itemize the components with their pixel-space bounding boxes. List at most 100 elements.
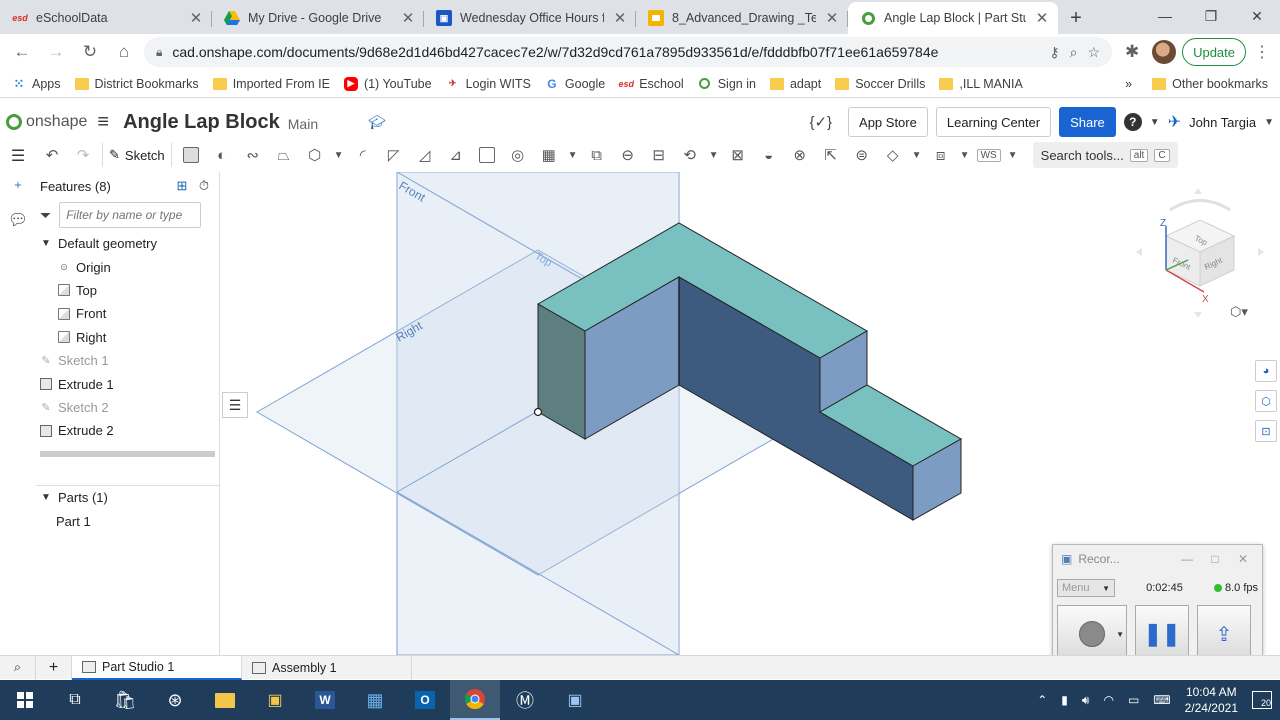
view-options-icon[interactable]: ⬡▾ <box>1230 304 1248 320</box>
user-name[interactable]: John Targia <box>1189 115 1256 130</box>
outlook-icon[interactable]: O <box>400 680 450 720</box>
chamfer-icon[interactable]: ◸ <box>382 143 406 167</box>
add-tab-icon[interactable]: + <box>36 655 72 680</box>
app-icon[interactable]: ⊛ <box>150 680 200 720</box>
comments-icon[interactable]: 💬︎ <box>7 210 29 230</box>
maximize-icon[interactable]: ❐ <box>1188 0 1234 32</box>
url-text[interactable]: cad.onshape.com/documents/9d68e2d1d46bd4… <box>172 44 1039 60</box>
new-tab-button[interactable]: + <box>1058 2 1094 34</box>
update-button[interactable]: Update <box>1182 38 1246 66</box>
app-store-button[interactable]: App Store <box>848 107 928 137</box>
thicken-icon[interactable]: ⬡ <box>303 143 327 167</box>
add-folder-icon[interactable]: ⊞ <box>171 178 193 194</box>
part-item[interactable]: Part 1 <box>36 509 220 532</box>
boolean-icon[interactable]: ⊖ <box>616 143 640 167</box>
bookmark-folder[interactable]: adapt <box>769 77 821 91</box>
minimize-icon[interactable]: — <box>1176 552 1198 566</box>
appearance-icon[interactable]: ◕ <box>1255 360 1277 382</box>
feature-item-right[interactable]: Right <box>36 326 219 349</box>
branch-name[interactable]: Main <box>288 116 318 132</box>
delete-face-icon[interactable]: ⊗ <box>788 143 812 167</box>
bookmark-folder[interactable]: Imported From IE <box>212 77 330 91</box>
feature-list-icon[interactable]: ☰ <box>7 146 29 166</box>
mass-properties-icon[interactable]: ⬡ <box>1255 390 1277 412</box>
origin-marker[interactable] <box>533 407 543 417</box>
delete-part-icon[interactable]: ⊠ <box>726 143 750 167</box>
fillet-icon[interactable]: ◜ <box>351 143 375 167</box>
user-avatar-icon[interactable]: ✈ <box>1168 112 1181 132</box>
extensions-icon[interactable]: ✱ <box>1118 38 1146 66</box>
usb-icon[interactable]: ▮ <box>1061 693 1068 707</box>
chrome-icon[interactable] <box>450 680 500 720</box>
hole-icon[interactable]: ◎ <box>506 143 530 167</box>
chevron-up-icon[interactable]: ⌃ <box>1037 693 1047 707</box>
more-bookmarks-chevron[interactable]: » <box>1125 77 1132 91</box>
replace-face-icon[interactable]: ⊜ <box>850 143 874 167</box>
search-tabs-icon[interactable]: ⌕ <box>0 655 36 680</box>
close-icon[interactable]: ✕ <box>188 9 204 27</box>
chevron-down-icon[interactable]: ▼ <box>568 150 578 161</box>
measure-icon[interactable]: ⊡ <box>1255 420 1277 442</box>
learning-center-button[interactable]: Learning Center <box>935 107 1052 137</box>
transform-icon[interactable]: ⟲ <box>678 143 702 167</box>
close-window-icon[interactable]: ✕ <box>1234 0 1280 32</box>
other-bookmarks[interactable]: Other bookmarks <box>1152 77 1268 91</box>
rollback-bar[interactable] <box>40 450 215 457</box>
mate-connector-icon[interactable]: ⧈ <box>929 143 953 167</box>
recorder-menu[interactable]: Menu ▼ <box>1057 579 1115 597</box>
bookmark-signin[interactable]: Sign in <box>698 77 756 91</box>
bookmark-folder[interactable]: Soccer Drills <box>835 77 925 91</box>
revolve-icon[interactable]: ◐ <box>210 143 234 167</box>
reload-icon[interactable]: ↻ <box>76 38 104 66</box>
ws-icon[interactable]: WS <box>976 143 1001 167</box>
close-icon[interactable]: ✕ <box>1232 552 1254 566</box>
app-icon[interactable]: Ⓜ <box>500 680 550 720</box>
help-icon[interactable]: ? <box>1123 113 1142 131</box>
back-icon[interactable]: ← <box>8 38 36 66</box>
view-cube-graphic[interactable]: Z X Top Front Right <box>1130 186 1270 326</box>
feature-item-sketch-1[interactable]: ✎ Sketch 1 <box>36 349 219 372</box>
bookmark-apps[interactable]: ⁙ Apps <box>12 76 61 91</box>
video-editor-icon[interactable]: ▣ <box>250 680 300 720</box>
bookmark-folder[interactable]: District Bookmarks <box>74 77 199 91</box>
maximize-icon[interactable]: □ <box>1204 552 1226 566</box>
rollback-timer-icon[interactable]: ⏱ <box>193 178 215 194</box>
browser-tab-active[interactable]: Angle Lap Block | Part Stud ✕ <box>848 2 1058 34</box>
undo-icon[interactable]: ↶ <box>40 143 64 167</box>
pattern-icon[interactable]: ▦ <box>537 143 561 167</box>
close-icon[interactable]: ✕ <box>400 9 416 27</box>
word-icon[interactable]: W <box>300 680 350 720</box>
chevron-down-icon[interactable]: ▼ <box>709 150 719 161</box>
task-view-icon[interactable]: ⧉ <box>50 680 100 720</box>
battery-icon[interactable]: ▭ <box>1128 693 1139 707</box>
chevron-down-icon[interactable]: ▼ <box>1116 630 1124 639</box>
windows-start-icon[interactable] <box>0 680 50 720</box>
notifications-icon[interactable]: 20 <box>1252 691 1272 709</box>
plane-icon[interactable]: ◇ <box>881 143 905 167</box>
close-icon[interactable]: ✕ <box>824 9 840 27</box>
minimize-icon[interactable]: — <box>1142 0 1188 32</box>
chevron-down-icon[interactable]: ▼ <box>40 492 52 503</box>
featurescript-icon[interactable]: {✓} <box>809 113 832 131</box>
share-button[interactable]: Share <box>1059 107 1116 137</box>
forward-icon[interactable]: → <box>42 38 70 66</box>
chevron-down-icon[interactable]: ▼ <box>1008 150 1018 161</box>
star-icon[interactable]: ☆ <box>1088 44 1101 61</box>
key-icon[interactable]: ⚷ <box>1049 44 1059 61</box>
chevron-down-icon[interactable]: ▼ <box>1150 117 1160 128</box>
view-cube[interactable]: Z X Top Front Right <box>1130 186 1270 326</box>
browser-tab[interactable]: esd eSchoolData ✕ <box>0 2 212 34</box>
chevron-down-icon[interactable]: ▼ <box>40 238 52 249</box>
default-geometry-group[interactable]: ▼ Default geometry <box>36 232 219 255</box>
wifi-icon[interactable]: ◠ <box>1103 693 1113 707</box>
browser-tab[interactable]: My Drive - Google Drive ✕ <box>212 2 424 34</box>
filter-icon[interactable]: ⏷ <box>40 207 51 224</box>
close-icon[interactable]: ✕ <box>612 9 628 27</box>
mirror-icon[interactable]: ⧉ <box>585 143 609 167</box>
sketch-button[interactable]: ✎ Sketch <box>102 143 172 167</box>
loft-icon[interactable]: ⏢ <box>272 143 296 167</box>
calculator-icon[interactable]: ▦ <box>350 680 400 720</box>
taskbar-clock[interactable]: 10:04 AM 2/24/2021 <box>1185 684 1238 716</box>
keyboard-icon[interactable]: ⌨ <box>1153 693 1170 707</box>
bookmark-wits[interactable]: ✈ Login WITS <box>446 77 531 91</box>
